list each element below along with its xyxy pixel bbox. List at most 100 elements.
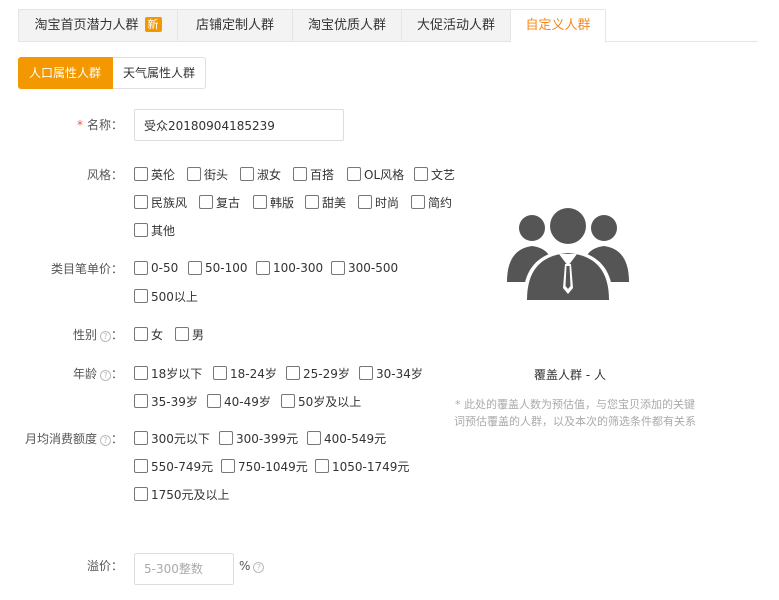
checkbox-box[interactable] [134,366,148,380]
checkbox-box[interactable] [199,195,213,209]
premium-input[interactable] [134,553,234,585]
tab-store-custom[interactable]: 店铺定制人群 [177,9,293,42]
checkbox-label: 25-29岁 [303,366,350,381]
checkbox-box[interactable] [305,195,319,209]
checkbox-gender-male[interactable]: 男 [175,326,204,342]
age-label-text: 年龄 [72,367,97,381]
premium-label: 溢价： [86,559,123,573]
checkbox-box[interactable] [219,431,233,445]
checkbox-box[interactable] [307,431,321,445]
subtab-weather[interactable]: 天气属性人群 [113,57,206,89]
checkbox-style-street[interactable]: 街头 [187,166,228,182]
gender-label-text: 性别 [72,328,97,342]
checkbox-box[interactable] [358,195,372,209]
tab-homepage-potential[interactable]: 淘宝首页潜力人群新 [18,9,178,42]
name-label: * 名称： [77,117,123,133]
checkbox-box[interactable] [134,459,148,473]
checkbox-label: 街头 [204,167,229,182]
checkbox-price-500-plus[interactable]: 500以上 [134,288,198,304]
checkbox-label: 400-549元 [324,431,387,446]
checkbox-age-40-49[interactable]: 40-49岁 [207,393,271,409]
tab-quality-audience[interactable]: 淘宝优质人群 [292,9,402,42]
help-icon[interactable]: ? [253,562,265,573]
checkbox-age-50-plus[interactable]: 50岁及以上 [281,393,361,409]
checkbox-box[interactable] [253,195,267,209]
checkbox-age-under-18[interactable]: 18岁以下 [134,365,202,381]
checkbox-box[interactable] [134,261,148,275]
checkbox-box[interactable] [286,366,300,380]
checkbox-box[interactable] [134,223,148,237]
checkbox-box[interactable] [359,366,373,380]
checkbox-label: 韩版 [270,195,295,210]
checkbox-price-100-300[interactable]: 100-300 [256,260,323,276]
checkbox-label: 50-100 [205,261,248,275]
checkbox-price-0-50[interactable]: 0-50 [134,260,178,276]
checkbox-price-50-100[interactable]: 50-100 [188,260,248,276]
checkbox-label: 30-34岁 [376,366,423,381]
checkbox-age-18-24[interactable]: 18-24岁 [213,365,277,381]
help-icon[interactable]: ? [99,370,111,381]
spend-label-text: 月均消费额度 [24,432,97,446]
checkbox-spend-under-300[interactable]: 300元以下 [134,430,210,446]
checkbox-box[interactable] [134,487,148,501]
checkbox-style-retro[interactable]: 复古 [199,194,240,210]
checkbox-spend-400-549[interactable]: 400-549元 [307,430,386,446]
checkbox-style-ol[interactable]: OL风格 [347,166,404,182]
checkbox-age-30-34[interactable]: 30-34岁 [359,365,423,381]
name-input[interactable] [134,109,344,141]
checkbox-label: 女 [151,327,164,342]
checkbox-box[interactable] [175,327,189,341]
tab-custom-audience[interactable]: 自定义人群 [510,9,606,43]
checkbox-age-25-29[interactable]: 25-29岁 [286,365,350,381]
checkbox-style-versatile[interactable]: 百搭 [293,166,334,182]
checkbox-style-fashion[interactable]: 时尚 [358,194,399,210]
checkbox-style-british[interactable]: 英伦 [134,166,175,182]
checkbox-box[interactable] [411,195,425,209]
checkbox-box[interactable] [213,366,227,380]
style-label: 风格： [86,168,123,182]
help-icon[interactable]: ? [99,435,111,446]
checkbox-box[interactable] [256,261,270,275]
checkbox-spend-1050-1749[interactable]: 1050-1749元 [315,458,409,474]
checkbox-label: 复古 [216,195,241,210]
checkbox-box[interactable] [134,327,148,341]
checkbox-box[interactable] [281,394,295,408]
checkbox-label: 500以上 [151,289,198,304]
checkbox-box[interactable] [221,459,235,473]
checkbox-box[interactable] [188,261,202,275]
checkbox-style-lady[interactable]: 淑女 [240,166,281,182]
checkbox-box[interactable] [134,431,148,445]
checkbox-style-literary[interactable]: 文艺 [414,166,455,182]
checkbox-box[interactable] [134,394,148,408]
checkbox-box[interactable] [187,167,201,181]
checkbox-spend-750-1049[interactable]: 750-1049元 [221,458,308,474]
checkbox-box[interactable] [331,261,345,275]
checkbox-label: 50岁及以上 [298,394,362,409]
checkbox-box[interactable] [134,289,148,303]
checkbox-box[interactable] [293,167,307,181]
checkbox-box[interactable] [207,394,221,408]
tab-promotion-audience[interactable]: 大促活动人群 [401,9,511,42]
checkbox-label: 18岁以下 [151,366,203,381]
checkbox-box[interactable] [347,167,361,181]
percent-sign: % [239,559,251,573]
checkbox-age-35-39[interactable]: 35-39岁 [134,393,198,409]
checkbox-spend-300-399[interactable]: 300-399元 [219,430,298,446]
checkbox-style-ethnic[interactable]: 民族风 [134,194,187,210]
checkbox-gender-female[interactable]: 女 [134,326,163,342]
help-icon[interactable]: ? [99,331,111,342]
checkbox-style-korean[interactable]: 韩版 [253,194,294,210]
checkbox-spend-1750-plus[interactable]: 1750元及以上 [134,486,230,502]
subtab-demographic[interactable]: 人口属性人群 [18,57,113,89]
checkbox-box[interactable] [134,195,148,209]
checkbox-style-simple[interactable]: 简约 [411,194,452,210]
checkbox-box[interactable] [315,459,329,473]
checkbox-style-sweet[interactable]: 甜美 [305,194,346,210]
checkbox-price-300-500[interactable]: 300-500 [331,260,398,276]
checkbox-box[interactable] [134,167,148,181]
audience-subtabs: 人口属性人群 天气属性人群 [18,57,206,89]
checkbox-spend-550-749[interactable]: 550-749元 [134,458,213,474]
checkbox-box[interactable] [240,167,254,181]
checkbox-box[interactable] [414,167,428,181]
checkbox-style-other[interactable]: 其他 [134,222,175,238]
